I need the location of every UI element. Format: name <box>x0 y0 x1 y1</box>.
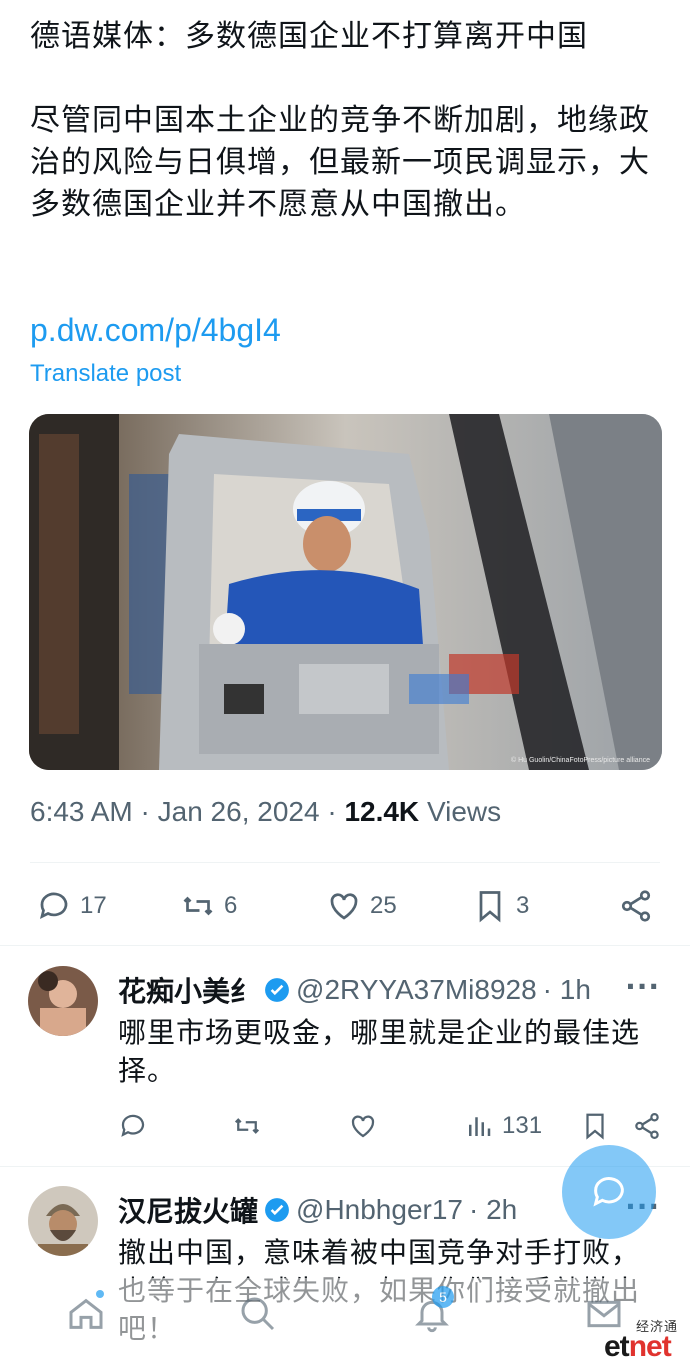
share-button[interactable] <box>632 1106 662 1146</box>
nav-search[interactable] <box>238 1294 278 1334</box>
reply-icon <box>39 892 68 920</box>
more-options-button[interactable]: ··· <box>625 970 660 1003</box>
reply-item[interactable]: 花痴小美纟 @2RYYA37Mi8928 · 1h ··· 哪里市场更吸金，哪里… <box>0 966 690 1166</box>
bookmark-button[interactable] <box>580 1106 610 1146</box>
repost-button[interactable]: 6 <box>180 880 237 932</box>
repost-count: 6 <box>224 892 238 919</box>
compose-icon <box>593 1177 624 1207</box>
user-handle[interactable]: @2RYYA37Mi8928 <box>296 974 537 1006</box>
user-avatar-image <box>28 1186 98 1256</box>
reply-header: 汉尼拔火罐 @Hnbhger17 · 2h <box>118 1190 517 1230</box>
nav-home[interactable] <box>66 1294 106 1334</box>
post-date: Jan 26, 2024 <box>157 796 320 827</box>
divider <box>30 862 660 863</box>
repost-button[interactable] <box>232 1106 262 1146</box>
reply-header: 花痴小美纟 @2RYYA37Mi8928 · 1h <box>118 970 591 1010</box>
heart-icon <box>351 1115 375 1138</box>
display-name[interactable]: 花痴小美纟 <box>118 970 258 1010</box>
share-icon <box>621 890 651 922</box>
search-icon <box>241 1297 275 1331</box>
post-time: 6:43 AM <box>30 796 133 827</box>
verified-badge-icon <box>265 978 289 1002</box>
post-headline: 德语媒体：多数德国企业不打算离开中国 <box>30 19 588 54</box>
bottom-navigation: 5 <box>0 1278 690 1362</box>
watermark-net: net <box>628 1330 672 1362</box>
reply-button[interactable]: 17 <box>36 880 107 932</box>
bookmark-button[interactable]: 3 <box>472 880 529 932</box>
views-label: Views <box>426 796 502 827</box>
home-icon <box>69 1298 103 1329</box>
nav-messages[interactable] <box>584 1294 624 1334</box>
analytics-icon <box>469 1117 491 1136</box>
reply-text: 哪里市场更吸金，哪里就是企业的最佳选择。 <box>118 1016 641 1087</box>
repost-icon <box>234 1118 260 1134</box>
new-posts-dot <box>96 1290 104 1298</box>
views-count: 131 <box>502 1112 543 1139</box>
post-image[interactable]: © Hu Guolin/ChinaFotoPress/picture allia… <box>29 414 662 770</box>
reply-button[interactable] <box>118 1106 148 1146</box>
like-count: 25 <box>370 892 397 919</box>
avatar[interactable] <box>28 1186 98 1256</box>
bookmark-icon <box>479 891 501 923</box>
watermark-logo: etnet <box>604 1330 672 1362</box>
mail-icon <box>587 1300 621 1328</box>
post-metadata: 6:43 AM · Jan 26, 2024 · 12.4K Views <box>30 796 502 827</box>
user-handle[interactable]: @Hnbhger17 <box>296 1194 463 1226</box>
reply-time: · 1h <box>542 974 591 1005</box>
reply-action-bar: 131 <box>118 1106 663 1146</box>
like-button[interactable]: 25 <box>326 880 397 932</box>
post-link[interactable]: p.dw.com/p/4bgI4 <box>30 312 281 349</box>
reply-time: · 2h <box>469 1194 518 1225</box>
post-action-bar: 17 6 25 3 <box>30 880 660 932</box>
share-icon <box>635 1113 659 1139</box>
views-count: 12.4K <box>344 796 420 827</box>
share-button[interactable] <box>618 880 654 932</box>
reply-icon <box>121 1114 145 1137</box>
user-avatar-image <box>28 966 98 1036</box>
post-body: 尽管同中国本土企业的竞争不断加剧，地缘政治的风险与日俱增，但最新一项民调显示，大… <box>30 103 650 222</box>
divider <box>0 945 690 946</box>
repost-icon <box>183 896 213 916</box>
image-credit: © Hu Guolin/ChinaFotoPress/picture allia… <box>510 757 650 764</box>
like-button[interactable] <box>348 1106 378 1146</box>
avatar[interactable] <box>28 966 98 1036</box>
bookmark-count: 3 <box>516 892 530 919</box>
views-button[interactable]: 131 <box>464 1106 542 1146</box>
watermark-et: et <box>604 1330 630 1362</box>
translate-post-link[interactable]: Translate post <box>30 360 181 388</box>
notifications-badge: 5 <box>432 1286 454 1308</box>
compose-reply-button[interactable] <box>562 1145 656 1239</box>
factory-worker-photo <box>29 414 662 770</box>
reply-count: 17 <box>80 892 107 919</box>
bookmark-icon <box>586 1113 604 1140</box>
verified-badge-icon <box>265 1198 289 1222</box>
heart-icon <box>330 893 358 920</box>
display-name[interactable]: 汉尼拔火罐 <box>118 1190 258 1230</box>
